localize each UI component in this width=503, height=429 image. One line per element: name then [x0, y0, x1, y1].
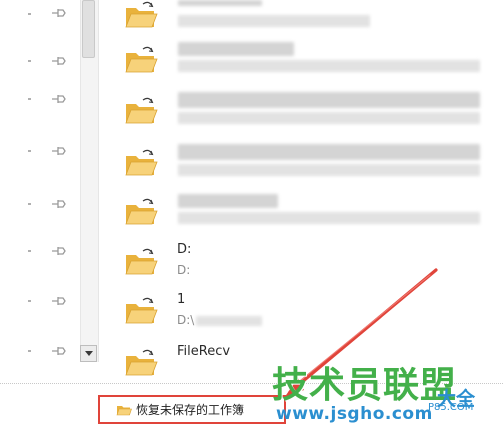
- redacted-name: [178, 0, 262, 6]
- redacted-name: [178, 92, 480, 108]
- pin-icon[interactable]: [52, 346, 66, 356]
- redacted-path: [178, 212, 480, 224]
- pin-icon[interactable]: [52, 296, 66, 306]
- watermark-url: www.jsgho.com: [276, 404, 433, 424]
- redacted-name: [178, 194, 278, 208]
- redacted-name: [178, 42, 294, 56]
- pin-icon[interactable]: [52, 146, 66, 156]
- folder-open-icon: [125, 248, 158, 275]
- watermark: 技术员联盟 大全 www.jsgho.com P85.COM: [272, 356, 503, 429]
- recover-button-label: 恢复未保存的工作簿: [136, 403, 245, 417]
- list-item-name: D:: [177, 242, 192, 257]
- folder-open-icon: [125, 297, 158, 324]
- pin-icon[interactable]: [52, 246, 66, 256]
- scrollbar-thumb[interactable]: [82, 0, 95, 58]
- list-item-name: 1: [177, 292, 186, 307]
- pin-icon[interactable]: [52, 94, 66, 104]
- watermark-brand: 技术员联盟: [272, 365, 458, 406]
- recover-unsaved-workbooks-button[interactable]: 恢复未保存的工作簿: [98, 395, 286, 424]
- list-item-path: D:: [177, 263, 191, 277]
- folder-open-icon: [125, 1, 158, 28]
- folder-open-icon: [125, 149, 158, 176]
- scroll-down-arrow-icon[interactable]: [80, 345, 97, 362]
- folder-open-icon: [125, 198, 158, 225]
- pin-icon[interactable]: [52, 56, 66, 66]
- pin-icon[interactable]: [52, 199, 66, 209]
- folder-small-icon: [116, 406, 132, 416]
- redacted-path: [178, 164, 480, 176]
- redacted-name: [178, 144, 480, 160]
- redacted-path: [178, 15, 370, 27]
- redacted-path: [196, 316, 262, 326]
- folder-open-icon: [125, 97, 158, 124]
- redacted-path: [178, 60, 480, 72]
- pin-icon[interactable]: [52, 8, 66, 18]
- list-item-name: FileRecv: [177, 344, 231, 359]
- folder-open-icon: [125, 349, 158, 376]
- watermark-small-text: P85.COM: [428, 402, 474, 413]
- list-item-path: D:\: [177, 313, 195, 327]
- redacted-path: [178, 112, 480, 124]
- folder-open-icon: [125, 46, 158, 73]
